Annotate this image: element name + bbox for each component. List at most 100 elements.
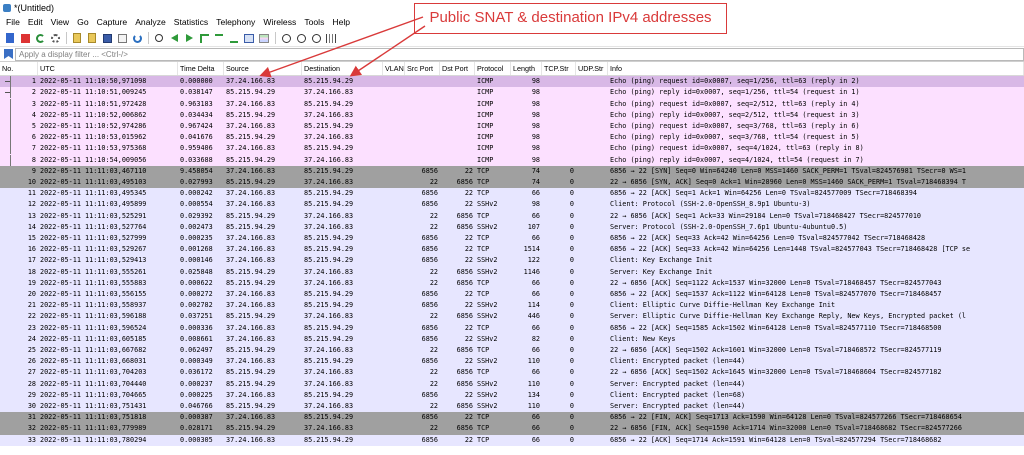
packet-row[interactable]: 9 2022-05-11 11:11:03,467110 9.458054 37.24… — [0, 165, 1024, 177]
packet-row[interactable]: 1 2022-05-11 11:10:50,971098 0.000000 37.24… — [0, 76, 1024, 88]
packet-row[interactable]: 3 2022-05-11 11:10:51,972428 0.963183 37.24… — [0, 98, 1024, 110]
packet-utc: 2022-05-11 11:11:03,596188 — [40, 312, 147, 321]
packet-dst-port: 22 — [464, 233, 473, 242]
first-packet-button[interactable] — [212, 31, 226, 45]
packet-row[interactable]: 30 2022-05-11 11:11:03,751431 0.046766 85.2… — [0, 400, 1024, 413]
packet-src-port: 22 — [429, 379, 438, 388]
packet-no: 1 — [0, 76, 38, 88]
packet-row[interactable]: 5 2022-05-11 11:10:52,974286 0.967424 37.24… — [0, 120, 1024, 133]
column-header-destination[interactable]: Destination — [302, 62, 383, 75]
column-header-tcp-stream[interactable]: TCP.Str — [542, 62, 576, 75]
open-file-set-button[interactable] — [85, 31, 99, 45]
previous-packet-button[interactable] — [167, 31, 181, 45]
packet-list[interactable]: No. UTC Time Delta Source Destination VL… — [0, 62, 1024, 455]
packet-row[interactable]: 8 2022-05-11 11:10:54,009056 0.033688 85.21… — [0, 154, 1024, 166]
packet-row[interactable]: 6 2022-05-11 11:10:53,015962 0.041676 85.21… — [0, 132, 1024, 144]
menu-analyze[interactable]: Analyze — [131, 15, 170, 30]
packet-row[interactable]: 15 2022-05-11 11:11:03,527999 0.000235 37.2… — [0, 232, 1024, 245]
packet-row[interactable]: 21 2022-05-11 11:11:03,558937 0.002782 37.2… — [0, 300, 1024, 312]
column-header-vlan[interactable]: VLAN — [383, 62, 405, 75]
packet-row[interactable]: 26 2022-05-11 11:11:03,668031 0.000349 37.2… — [0, 356, 1024, 368]
packet-row[interactable]: 16 2022-05-11 11:11:03,529267 0.001268 37.2… — [0, 244, 1024, 256]
zoom-out-button[interactable] — [294, 31, 308, 45]
reload-button[interactable] — [130, 31, 144, 45]
column-header-source[interactable]: Source — [224, 62, 302, 75]
restart-capture-button[interactable] — [33, 31, 47, 45]
packet-protocol: SSHv2 — [477, 401, 498, 410]
go-to-packet-button[interactable] — [197, 31, 211, 45]
packet-row[interactable]: 29 2022-05-11 11:11:03,704665 0.000225 37.2… — [0, 389, 1024, 401]
packet-info: Client: Key Exchange Init — [610, 256, 713, 265]
resize-columns-button[interactable] — [324, 31, 338, 45]
packet-row[interactable]: 32 2022-05-11 11:11:03,779989 0.028171 85.2… — [0, 423, 1024, 435]
packet-row[interactable]: 10 2022-05-11 11:11:03,495103 0.027993 85.2… — [0, 176, 1024, 189]
autoscroll-button[interactable] — [242, 31, 256, 45]
column-header-dst-port[interactable]: Dst Port — [440, 62, 475, 75]
packet-row[interactable]: 28 2022-05-11 11:11:03,704440 0.000237 85.2… — [0, 378, 1024, 390]
column-header-time-delta[interactable]: Time Delta — [178, 62, 224, 75]
column-header-utc[interactable]: UTC — [38, 62, 178, 75]
menu-edit[interactable]: Edit — [24, 15, 47, 30]
packet-row[interactable]: 31 2022-05-11 11:11:03,751818 0.000387 37.2… — [0, 412, 1024, 424]
menu-go[interactable]: Go — [73, 15, 92, 30]
find-packet-button[interactable] — [152, 31, 166, 45]
packet-destination: 37.24.166.83 — [304, 222, 354, 231]
packet-row[interactable]: 12 2022-05-11 11:11:03,495899 0.000554 37.2… — [0, 199, 1024, 211]
column-header-no[interactable]: No. — [0, 62, 38, 75]
column-header-src-port[interactable]: Src Port — [405, 62, 440, 75]
packet-utc: 2022-05-11 11:11:03,751818 — [40, 413, 147, 422]
packet-row[interactable]: 4 2022-05-11 11:10:52,006862 0.034434 85.21… — [0, 109, 1024, 121]
menu-tools[interactable]: Tools — [300, 15, 328, 30]
packet-row[interactable]: 14 2022-05-11 11:11:03,527764 0.002473 85.2… — [0, 221, 1024, 233]
open-file-button[interactable] — [70, 31, 84, 45]
close-file-button[interactable] — [115, 31, 129, 45]
packet-row[interactable]: 11 2022-05-11 11:11:03,495345 0.000242 37.2… — [0, 188, 1024, 200]
colorize-button[interactable] — [257, 31, 271, 45]
packet-row[interactable]: 24 2022-05-11 11:11:03,605185 0.008661 37.2… — [0, 333, 1024, 345]
display-filter-bar: Apply a display filter ... <Ctrl-/> — [0, 47, 1024, 62]
start-capture-button[interactable] — [3, 31, 17, 45]
menu-file[interactable]: File — [2, 15, 24, 30]
menu-statistics[interactable]: Statistics — [170, 15, 212, 30]
packet-row[interactable]: 17 2022-05-11 11:11:03,529413 0.000146 37.2… — [0, 255, 1024, 267]
packet-info: 6856 → 22 [ACK] Seq=33 Ack=42 Win=64256 … — [610, 233, 926, 242]
capture-options-button[interactable] — [48, 31, 62, 45]
packet-row[interactable]: 23 2022-05-11 11:11:03,596524 0.000336 37.2… — [0, 322, 1024, 334]
packet-row[interactable]: 33 2022-05-11 11:11:03,780294 0.000305 37.2… — [0, 434, 1024, 446]
menu-wireless[interactable]: Wireless — [259, 15, 300, 30]
column-header-protocol[interactable]: Protocol — [475, 62, 511, 75]
packet-row[interactable]: 25 2022-05-11 11:11:03,667682 0.062497 85.2… — [0, 344, 1024, 357]
packet-time-delta: 0.000235 — [180, 233, 213, 242]
column-header-info[interactable]: Info — [608, 62, 1024, 75]
column-header-udp-stream[interactable]: UDP.Str — [576, 62, 608, 75]
save-button[interactable] — [100, 31, 114, 45]
packet-row[interactable]: 19 2022-05-11 11:11:03,555883 0.000622 85.2… — [0, 277, 1024, 289]
display-filter-input[interactable]: Apply a display filter ... <Ctrl-/> — [15, 47, 1024, 61]
column-header-length[interactable]: Length — [511, 62, 542, 75]
stop-capture-button[interactable] — [18, 31, 32, 45]
packet-row[interactable]: 27 2022-05-11 11:11:03,704203 0.036172 85.2… — [0, 367, 1024, 379]
packet-length: 66 — [531, 435, 540, 444]
packet-row[interactable]: 7 2022-05-11 11:10:53,975368 0.959406 37.24… — [0, 143, 1024, 155]
packet-row[interactable]: 20 2022-05-11 11:11:03,556155 0.000272 37.2… — [0, 288, 1024, 301]
packet-row[interactable]: 22 2022-05-11 11:11:03,596188 0.037251 85.2… — [0, 311, 1024, 323]
menu-telephony[interactable]: Telephony — [212, 15, 259, 30]
zoom-in-button[interactable] — [279, 31, 293, 45]
menu-view[interactable]: View — [47, 15, 73, 30]
packet-time-delta: 0.000387 — [180, 413, 213, 422]
packet-row[interactable]: 13 2022-05-11 11:11:03,525291 0.029392 85.2… — [0, 210, 1024, 222]
last-packet-icon — [230, 34, 238, 43]
packet-length: 66 — [531, 289, 540, 298]
packet-tcp-stream: 0 — [569, 189, 574, 198]
packet-row[interactable]: 18 2022-05-11 11:11:03,555261 0.025848 85.2… — [0, 266, 1024, 278]
menu-help[interactable]: Help — [328, 15, 354, 30]
bookmark-icon[interactable] — [4, 49, 13, 59]
packet-utc: 2022-05-11 11:11:03,495899 — [40, 200, 147, 209]
packet-row[interactable]: 2 2022-05-11 11:10:51,009245 0.038147 85.21… — [0, 87, 1024, 99]
jump-icon — [199, 33, 209, 43]
packet-info: Echo (ping) request id=0x0007, seq=3/768… — [610, 121, 860, 130]
menu-capture[interactable]: Capture — [93, 15, 132, 30]
next-packet-button[interactable] — [182, 31, 196, 45]
last-packet-button[interactable] — [227, 31, 241, 45]
normal-size-button[interactable] — [309, 31, 323, 45]
